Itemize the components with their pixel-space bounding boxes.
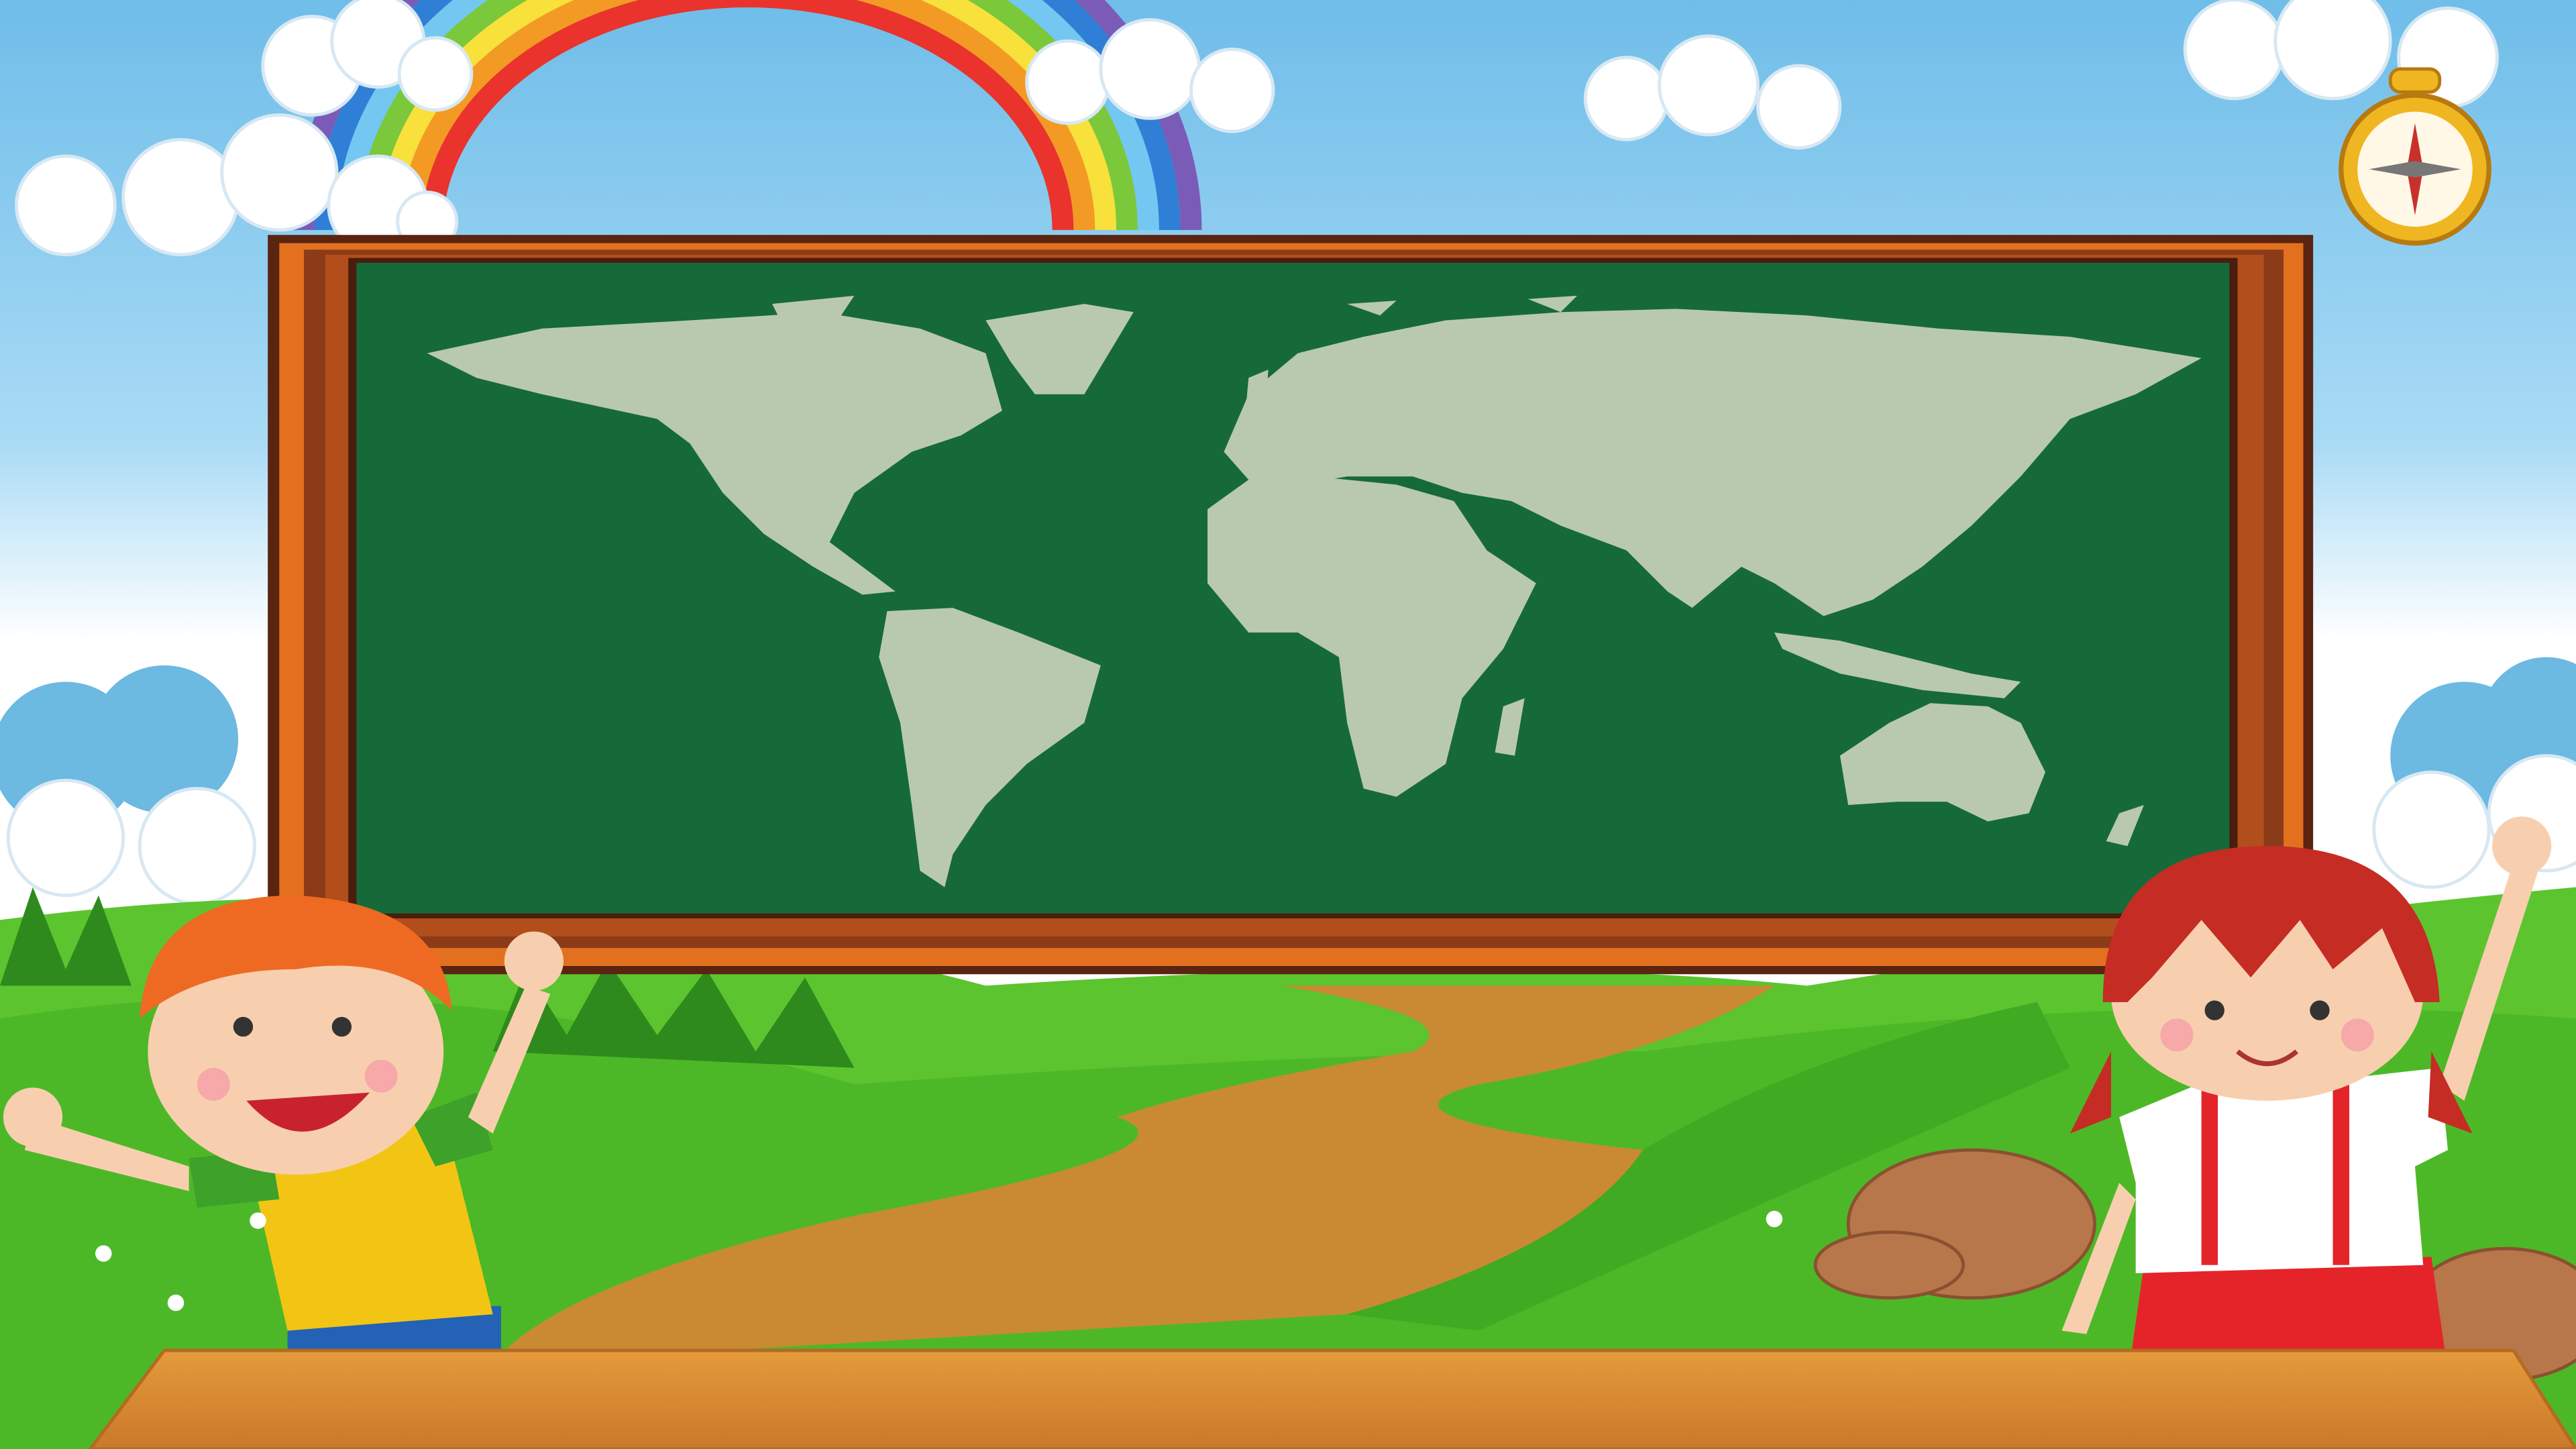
classroom-world-map-scene <box>0 0 2576 1449</box>
chalkboard <box>268 235 2314 975</box>
table <box>88 1348 2576 1449</box>
cloud <box>2183 0 2499 109</box>
